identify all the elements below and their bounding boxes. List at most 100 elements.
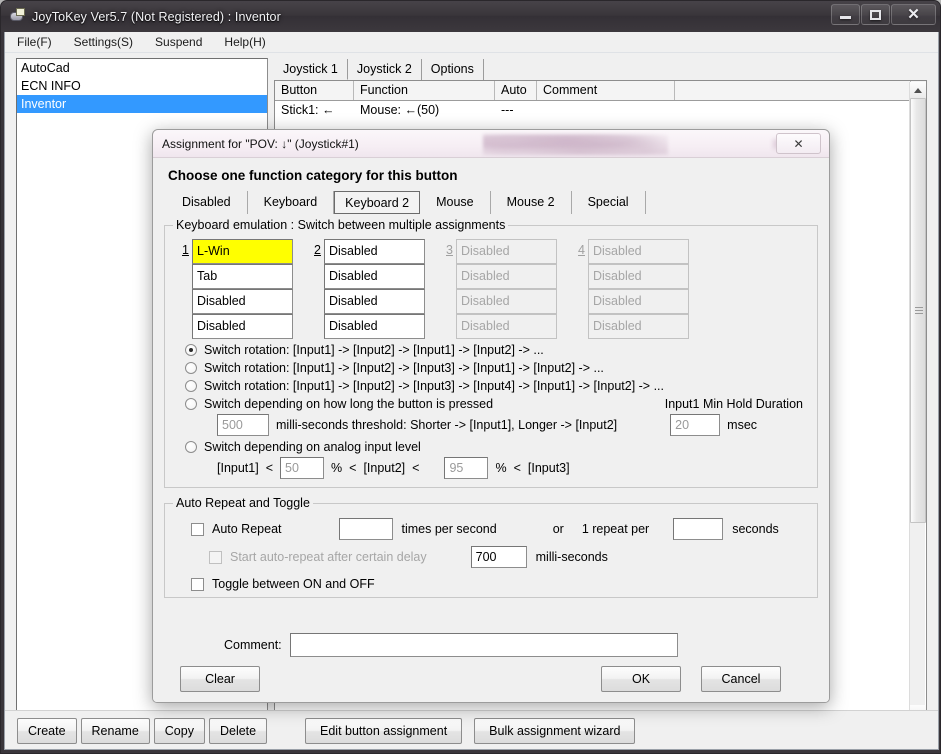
- key-field-1-4[interactable]: Disabled: [192, 314, 293, 339]
- delete-button[interactable]: Delete: [208, 718, 268, 744]
- key-field-2-1[interactable]: Disabled: [324, 239, 425, 264]
- key-field-2-3[interactable]: Disabled: [324, 289, 425, 314]
- cancel-button[interactable]: Cancel: [701, 666, 781, 692]
- tab-keyboard[interactable]: Keyboard: [248, 191, 335, 214]
- radio-analog-level-icon[interactable]: [185, 441, 197, 453]
- analog-lt-2: <: [349, 461, 357, 475]
- menu-item-settings[interactable]: Settings(S): [74, 35, 133, 49]
- dialog-buttons: Clear OK Cancel: [164, 666, 818, 694]
- tab-mouse-2[interactable]: Mouse 2: [491, 191, 572, 214]
- close-button[interactable]: ✕: [891, 4, 936, 25]
- column-header-comment[interactable]: Comment: [537, 81, 675, 100]
- auto-repeat-delay-input[interactable]: 700: [470, 546, 527, 568]
- times-per-second-label: times per second: [401, 522, 497, 536]
- key-field-2-2[interactable]: Disabled: [324, 264, 425, 289]
- list-item[interactable]: ECN INFO: [17, 77, 267, 95]
- scroll-up-button[interactable]: [910, 82, 926, 98]
- key-field-1-2[interactable]: Tab: [192, 264, 293, 289]
- radio-rotation-4-icon[interactable]: [185, 380, 197, 392]
- analog-input1-label: [Input1]: [217, 461, 259, 475]
- ok-button[interactable]: OK: [601, 666, 681, 692]
- close-icon: ✕: [907, 6, 920, 23]
- clear-button[interactable]: Clear: [180, 666, 260, 692]
- analog-threshold2-input[interactable]: 95: [444, 457, 489, 479]
- menu-item-suspend[interactable]: Suspend: [155, 35, 202, 49]
- edit-button-assignment-button[interactable]: Edit button assignment: [305, 718, 463, 744]
- bulk-assignment-wizard-button[interactable]: Bulk assignment wizard: [474, 718, 636, 744]
- radio-row-hold-duration[interactable]: Switch depending on how long the button …: [185, 397, 803, 411]
- analog-pct-2: %: [495, 461, 507, 475]
- create-button[interactable]: Create: [17, 718, 77, 744]
- key-column-4: 4 Disabled Disabled Disabled Disabled: [575, 239, 689, 339]
- radio-hold-duration-label: Switch depending on how long the button …: [204, 397, 494, 411]
- minimize-button[interactable]: [831, 4, 860, 25]
- table-row[interactable]: Stick1: ← Mouse: ←(50) ---: [275, 101, 926, 120]
- menu-bar: File(F) Settings(S) Suspend Help(H): [5, 32, 938, 53]
- column-header-function[interactable]: Function: [354, 81, 495, 100]
- min-hold-input[interactable]: 20: [670, 414, 721, 436]
- column-number-3: 3: [446, 243, 453, 257]
- key-field-4-4: Disabled: [588, 314, 689, 339]
- auto-repeat-row: Auto Repeat times per second or 1 repeat…: [191, 518, 809, 540]
- maximize-button[interactable]: [861, 4, 890, 25]
- list-item[interactable]: Inventor: [17, 95, 267, 113]
- repeat-seconds-input[interactable]: [673, 518, 724, 540]
- radio-row-analog-level[interactable]: Switch depending on analog input level: [185, 440, 809, 454]
- hold-threshold-input[interactable]: 500: [217, 414, 269, 436]
- key-field-1-3[interactable]: Disabled: [192, 289, 293, 314]
- radio-row-rotation-2[interactable]: Switch rotation: [Input1] -> [Input2] ->…: [185, 343, 809, 357]
- radio-rotation-2-label: Switch rotation: [Input1] -> [Input2] ->…: [204, 343, 544, 357]
- hold-threshold-row: 500 milli-seconds threshold: Shorter -> …: [217, 414, 803, 436]
- cell-comment: [537, 101, 675, 120]
- window-title-bar: JoyToKey Ver5.7 (Not Registered) : Inven…: [1, 1, 940, 32]
- key-column-2: 2 Disabled Disabled Disabled Disabled: [311, 239, 425, 339]
- toggle-row: Toggle between ON and OFF: [191, 577, 809, 591]
- radio-row-rotation-3[interactable]: Switch rotation: [Input1] -> [Input2] ->…: [185, 361, 809, 375]
- cell-button: Stick1: ←: [281, 103, 335, 117]
- key-field-3-3: Disabled: [456, 289, 557, 314]
- column-header-button[interactable]: Button: [275, 81, 354, 100]
- menu-item-help[interactable]: Help(H): [224, 35, 265, 49]
- auto-repeat-delay-label: Start auto-repeat after certain delay: [230, 550, 427, 564]
- menu-item-file[interactable]: File(F): [17, 35, 52, 49]
- toggle-checkbox[interactable]: [191, 577, 204, 591]
- joystick-icon: [9, 8, 26, 25]
- minimize-icon: [840, 16, 851, 19]
- rename-button[interactable]: Rename: [80, 718, 150, 744]
- dialog-footer: Comment: Clear OK Cancel: [164, 633, 818, 694]
- analog-input2-label: [Input2]: [363, 461, 406, 475]
- dialog-close-button[interactable]: ✕: [776, 133, 821, 154]
- radio-analog-level-label: Switch depending on analog input level: [204, 440, 421, 454]
- vertical-scrollbar[interactable]: [909, 82, 926, 721]
- radio-row-rotation-4[interactable]: Switch rotation: [Input1] -> [Input2] ->…: [185, 379, 809, 393]
- scrollbar-thumb[interactable]: [910, 98, 926, 523]
- radio-rotation-2-icon[interactable]: [185, 344, 197, 356]
- main-window: JoyToKey Ver5.7 (Not Registered) : Inven…: [0, 0, 941, 754]
- tab-options[interactable]: Options: [421, 59, 484, 80]
- tab-mouse[interactable]: Mouse: [420, 191, 491, 214]
- key-field-1-1[interactable]: L-Win: [192, 239, 293, 264]
- column-header-auto[interactable]: Auto: [495, 81, 537, 100]
- radio-rotation-3-label: Switch rotation: [Input1] -> [Input2] ->…: [204, 361, 604, 375]
- tab-special[interactable]: Special: [572, 191, 646, 214]
- grip-icon: [915, 306, 923, 315]
- radio-hold-duration-icon[interactable]: [185, 398, 197, 410]
- key-field-2-4[interactable]: Disabled: [324, 314, 425, 339]
- auto-repeat-rate-input[interactable]: [338, 518, 393, 540]
- tab-disabled[interactable]: Disabled: [166, 191, 248, 214]
- analog-threshold1-input[interactable]: 50: [280, 457, 325, 479]
- seconds-label: seconds: [732, 522, 779, 536]
- key-field-3-1: Disabled: [456, 239, 557, 264]
- tab-joystick-2[interactable]: Joystick 2: [347, 59, 422, 80]
- radio-rotation-3-icon[interactable]: [185, 362, 197, 374]
- copy-button[interactable]: Copy: [153, 718, 205, 744]
- comment-input[interactable]: [289, 633, 678, 657]
- close-icon: ✕: [793, 136, 804, 151]
- analog-lt-1: <: [265, 461, 274, 475]
- bottom-toolbar: Create Rename Copy Delete Edit button as…: [5, 710, 938, 749]
- auto-repeat-checkbox[interactable]: [191, 522, 204, 536]
- tab-joystick-1[interactable]: Joystick 1: [274, 59, 348, 80]
- tab-keyboard-2[interactable]: Keyboard 2: [334, 191, 421, 214]
- list-item[interactable]: AutoCad: [17, 59, 267, 77]
- analog-level-row: [Input1] < 50 % < [Input2] < 95 % < [Inp…: [217, 457, 809, 479]
